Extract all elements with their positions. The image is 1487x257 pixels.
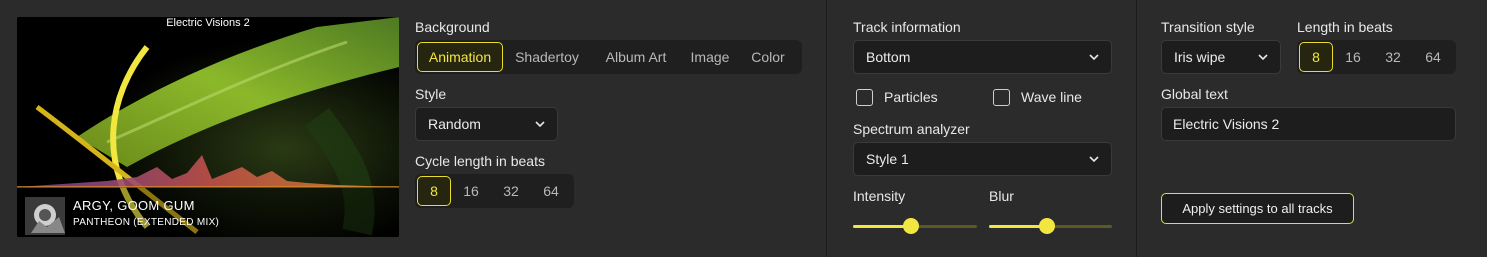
album-thumbnail: [25, 197, 65, 235]
transition-style-label: Transition style: [1161, 19, 1255, 35]
global-text-input[interactable]: Electric Visions 2: [1161, 107, 1456, 141]
cycle-length-selector: 8 16 32 64: [415, 174, 574, 208]
wave-line-checkbox[interactable]: [993, 89, 1010, 106]
cycle-option-64[interactable]: 64: [531, 176, 571, 206]
transition-style-dropdown[interactable]: Iris wipe: [1161, 40, 1281, 74]
global-text-label: Global text: [1161, 86, 1228, 102]
cycle-length-label: Cycle length in beats: [415, 153, 545, 169]
background-selector: Animation Shadertoy Album Art Image Colo…: [415, 40, 802, 74]
cycle-option-16[interactable]: 16: [451, 176, 491, 206]
visualizer-preview: Electric Visions 2 ARGY, GOOM GUM PANTHE…: [17, 17, 399, 237]
column-divider: [826, 0, 827, 257]
spectrum-analyzer-value: Style 1: [866, 151, 909, 167]
track-information-dropdown[interactable]: Bottom: [853, 40, 1112, 74]
spectrum-analyzer-dropdown[interactable]: Style 1: [853, 142, 1112, 176]
transition-style-value: Iris wipe: [1174, 49, 1226, 65]
length-in-beats-selector: 8 16 32 64: [1297, 40, 1456, 74]
intensity-label: Intensity: [853, 188, 906, 204]
spectrum-analyzer-label: Spectrum analyzer: [853, 121, 970, 137]
background-option-animation[interactable]: Animation: [417, 42, 503, 72]
length-option-32[interactable]: 32: [1373, 42, 1413, 72]
background-label: Background: [415, 19, 490, 35]
preview-track: PANTHEON (EXTENDED MIX): [73, 217, 220, 228]
particles-checkbox[interactable]: [856, 89, 873, 106]
style-dropdown[interactable]: Random: [415, 107, 558, 141]
chevron-down-icon: [535, 121, 545, 128]
intensity-slider-handle[interactable]: [903, 218, 920, 234]
track-information-value: Bottom: [866, 49, 911, 65]
length-in-beats-label: Length in beats: [1297, 19, 1393, 35]
chevron-down-icon: [1089, 54, 1099, 61]
background-option-shadertoy[interactable]: Shadertoy: [503, 42, 591, 72]
length-option-16[interactable]: 16: [1333, 42, 1373, 72]
background-option-color[interactable]: Color: [739, 42, 797, 72]
blur-slider-handle[interactable]: [1038, 218, 1055, 234]
cycle-option-32[interactable]: 32: [491, 176, 531, 206]
style-value: Random: [428, 116, 481, 132]
apply-settings-button[interactable]: Apply settings to all tracks: [1161, 193, 1354, 224]
chevron-down-icon: [1258, 54, 1268, 61]
background-option-album-art[interactable]: Album Art: [591, 42, 681, 72]
background-option-image[interactable]: Image: [681, 42, 739, 72]
column-divider: [1136, 0, 1137, 257]
track-information-label: Track information: [853, 19, 961, 35]
length-option-8[interactable]: 8: [1299, 42, 1333, 72]
style-label: Style: [415, 86, 447, 102]
blur-label: Blur: [989, 188, 1014, 204]
preview-artist: ARGY, GOOM GUM: [73, 198, 195, 213]
wave-line-label: Wave line: [1021, 89, 1082, 105]
particles-label: Particles: [884, 89, 938, 105]
preview-title: Electric Visions 2: [166, 17, 250, 29]
cycle-option-8[interactable]: 8: [417, 176, 451, 206]
chevron-down-icon: [1089, 156, 1099, 163]
length-option-64[interactable]: 64: [1413, 42, 1453, 72]
